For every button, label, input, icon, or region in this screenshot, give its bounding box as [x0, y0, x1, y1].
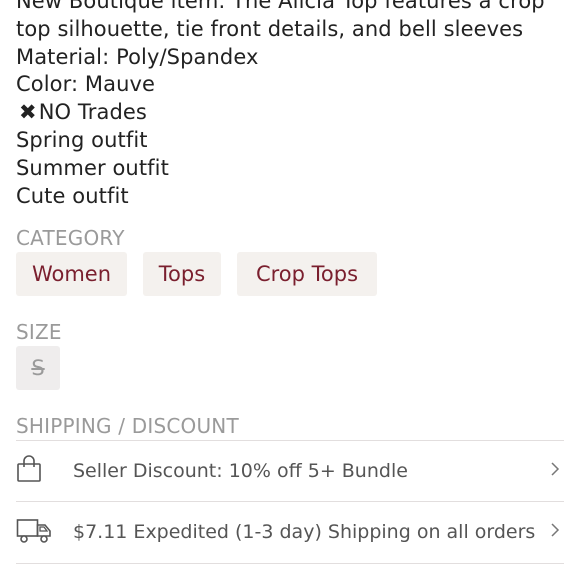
- listing-details: New Boutique item. The Alicia Top featur…: [0, 0, 580, 580]
- shipping-row[interactable]: $7.11 Expedited (1-3 day) Shipping on al…: [16, 502, 564, 562]
- category-label: CATEGORY: [16, 226, 125, 250]
- shipping-text: $7.11 Expedited (1-3 day) Shipping on al…: [73, 521, 536, 543]
- description-line: Color: Mauve: [16, 72, 156, 97]
- seller-discount-text: Seller Discount: 10% off 5+ Bundle: [73, 460, 408, 482]
- listing-description: New Boutique item. The Alicia Top featur…: [16, 0, 564, 210]
- shipping-discount-label: SHIPPING / DISCOUNT: [16, 414, 239, 438]
- description-line: Summer outfit: [16, 155, 169, 180]
- description-line: top silhouette, tie front details, and b…: [16, 16, 524, 41]
- size-label: SIZE: [16, 320, 62, 344]
- description-line: New Boutique item. The Alicia Top featur…: [16, 0, 545, 13]
- description-line: Spring outfit: [16, 127, 148, 152]
- delivery-truck-icon: [16, 516, 52, 548]
- description-line: Cute outfit: [16, 183, 129, 208]
- description-line: Material: Poly/Spandex: [16, 44, 259, 69]
- category-chip-women[interactable]: Women: [16, 252, 127, 296]
- size-chip: S: [16, 346, 60, 390]
- cross-mark-icon: ✖: [19, 100, 37, 125]
- shopping-bag-icon: [16, 455, 42, 487]
- seller-discount-row[interactable]: Seller Discount: 10% off 5+ Bundle: [16, 441, 564, 501]
- description-line-no-trades: ✖NO Trades: [16, 99, 564, 127]
- chevron-right-icon: [550, 522, 560, 542]
- divider: [16, 563, 564, 564]
- category-chip-tops[interactable]: Tops: [143, 252, 221, 296]
- category-chip-crop-tops[interactable]: Crop Tops: [237, 252, 377, 296]
- chevron-right-icon: [550, 461, 560, 481]
- size-value: S: [31, 356, 45, 380]
- no-trades-text: NO Trades: [38, 100, 147, 125]
